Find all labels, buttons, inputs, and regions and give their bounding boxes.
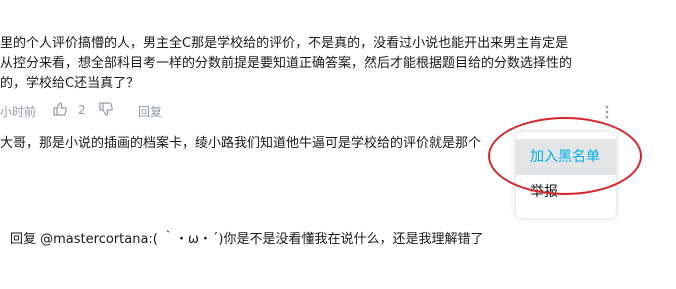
dislike-button[interactable] xyxy=(98,101,114,117)
reply-button[interactable]: 回复 xyxy=(138,103,162,120)
comment-text: 里的个人评价搞懵的人，男主全C那是学校给的评价，不是真的，没看过小说也能开出来男… xyxy=(0,34,640,94)
comment-actions: 小时前 2 回复 xyxy=(0,101,620,121)
comment-line: 里的个人评价搞懵的人，男主全C那是学校给的评价，不是真的，没看过小说也能开出来男… xyxy=(0,36,569,51)
comment-line: 的，学校给C还当真了？ xyxy=(0,76,140,91)
comment-text: 大哥，那是小说的插画的档案卡，绫小路我们知道他牛逼可是学校给的评价就是那个 xyxy=(0,136,482,151)
reply-text: 回复 @mastercortana:( ｀・ω・´)你是不是没看懂我在说什么，还… xyxy=(10,232,484,247)
like-count: 2 xyxy=(78,103,86,117)
report-menu-item[interactable]: 举报 xyxy=(516,174,616,210)
comment-line: 从控分来看，想全部科目考一样的分数前提是要知道正确答案，然后才能根据题目给的分数… xyxy=(0,56,573,71)
like-button[interactable] xyxy=(52,101,68,117)
thumbs-up-icon xyxy=(53,102,67,116)
add-to-blacklist-menu-item[interactable]: 加入黑名单 xyxy=(516,139,616,175)
more-options-icon[interactable] xyxy=(600,104,614,120)
comment-time: 小时前 xyxy=(0,105,37,119)
thumbs-down-icon xyxy=(99,102,113,116)
